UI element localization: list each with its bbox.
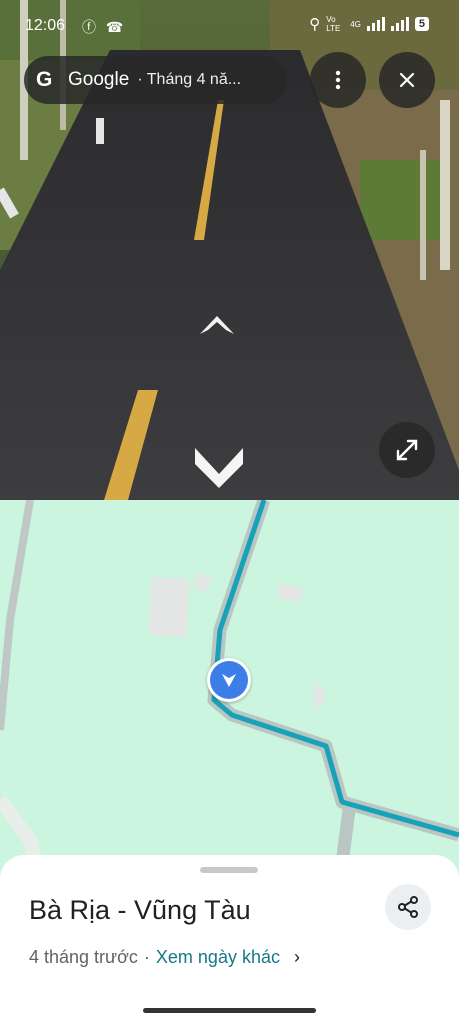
status-time: 12:06	[25, 17, 66, 34]
capture-date-label: · Tháng 4 nă...	[137, 71, 242, 88]
system-icons: ⚲ Vo LTE 4G 5	[309, 15, 429, 33]
facebook-icon: ⓕ	[82, 19, 96, 35]
bottom-sheet[interactable]: Bà Rịa - Vũng Tàu 4 tháng trước · Xem ng…	[0, 855, 459, 1024]
notification-icons: ⓕ ☎	[82, 17, 123, 37]
see-other-dates-link[interactable]: Xem ngày khác	[156, 947, 280, 968]
street-view-panorama[interactable]: 12:06 ⓕ ☎ ⚲ Vo LTE 4G 5 G Google · Tháng…	[0, 0, 459, 500]
direction-arrow-icon	[222, 674, 236, 687]
close-icon	[399, 72, 415, 88]
network-type: 4G	[350, 19, 361, 29]
capture-info-row: 4 tháng trước · Xem ngày khác ›	[29, 947, 300, 968]
google-g-icon: G	[36, 68, 53, 91]
share-icon	[398, 896, 418, 918]
separator: ·	[143, 947, 150, 967]
volte-label: Vo LTE	[326, 15, 341, 33]
battery-icon: 5	[414, 17, 429, 31]
fullscreen-button[interactable]	[379, 422, 435, 478]
home-indicator[interactable]	[143, 1008, 316, 1013]
brand-label: Google	[68, 69, 130, 90]
chevron-down-icon[interactable]	[193, 444, 245, 490]
location-icon: ⚲	[309, 16, 321, 33]
drag-handle[interactable]	[200, 867, 258, 873]
fullscreen-icon	[396, 439, 418, 461]
street-view-header[interactable]: G Google · Tháng 4 nă...	[24, 56, 287, 104]
status-bar: 12:06 ⓕ ☎ ⚲ Vo LTE 4G 5	[0, 0, 459, 50]
location-marker[interactable]	[207, 658, 251, 702]
signal-icon-2	[390, 17, 409, 31]
chevron-right-icon[interactable]: ›	[294, 947, 300, 968]
more-options-button[interactable]	[310, 52, 366, 108]
chevron-up-icon[interactable]	[198, 312, 236, 338]
map-view[interactable]	[0, 500, 459, 880]
missed-call-icon: ☎	[105, 19, 124, 35]
more-vert-icon	[335, 70, 341, 90]
signal-icon	[366, 17, 385, 31]
place-title: Bà Rịa - Vũng Tàu	[29, 895, 251, 925]
time-ago-label: 4 tháng trước	[29, 947, 138, 967]
close-button[interactable]	[379, 52, 435, 108]
share-button[interactable]	[385, 884, 431, 930]
